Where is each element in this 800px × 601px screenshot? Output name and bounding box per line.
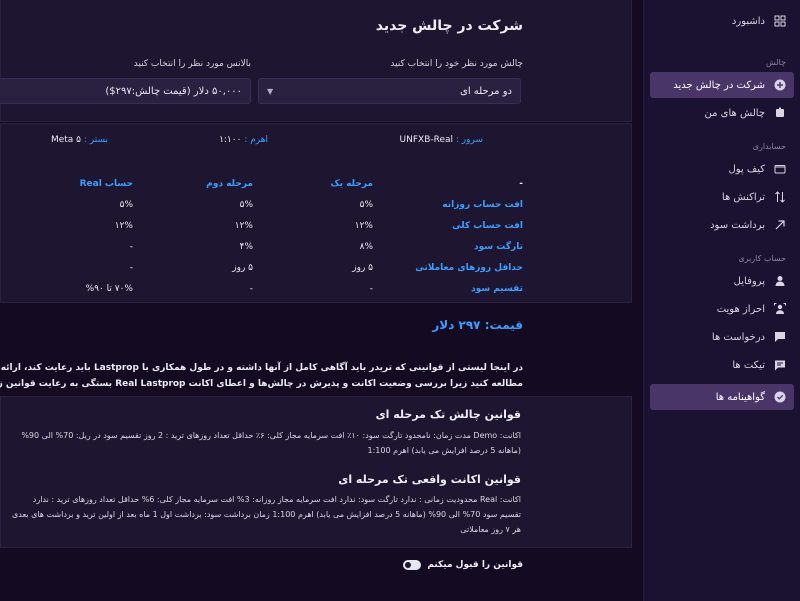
table-cell: ۸% — [359, 241, 373, 252]
rules-demo-text: اکانت: Demo مدت زمان: نامحدود تارگت سود:… — [21, 431, 521, 455]
table-row-label: افت حساب کلی — [452, 220, 523, 231]
leverage-info: اهرم : ۱:۱۰۰ — [219, 135, 268, 145]
wallet-icon — [773, 163, 786, 176]
balance-select[interactable]: ۵۰,۰۰۰ دلار (قیمت چالش:۲۹۷$) — [0, 78, 251, 104]
table-cell: - — [369, 283, 373, 294]
sidebar-item-certificates[interactable]: گواهینامه ها — [650, 384, 794, 410]
table-header: حساب Real — [79, 179, 133, 189]
table-cell: ۱۲% — [114, 220, 133, 231]
page-title: شرکت در چالش جدید — [375, 18, 523, 34]
rules-description-line: مطالعه کنید زیرا بررسی وضعیت اکانت و پذی… — [0, 379, 523, 389]
table-row-label: تقسیم سود — [471, 283, 523, 294]
platform-value: Meta ۵ — [50, 135, 82, 145]
sidebar-item-transactions[interactable]: تراکنش ها — [650, 184, 794, 210]
table-header: - — [519, 179, 523, 189]
table-header-row: - مرحله یک مرحله دوم حساب Real — [23, 174, 523, 194]
server-key: سرور : — [455, 135, 483, 145]
platform-key: بستر : — [83, 135, 108, 145]
accept-rules-label: قوانین را قبول میکنم — [427, 560, 523, 570]
sidebar-group-account: حساب کاربری — [738, 254, 786, 263]
table-cell: ۱۲% — [234, 220, 253, 231]
sidebar-group-challenge: چالش — [765, 58, 786, 67]
arrow-out-icon — [773, 219, 786, 232]
chat-icon — [773, 331, 786, 344]
table-cell: ۱۲% — [354, 220, 373, 231]
table-cell: - — [129, 262, 133, 273]
challenge-price: قیمت: ۲۹۷ دلار — [432, 318, 523, 332]
sidebar-item-label: کیف پول — [728, 163, 765, 175]
sidebar-item-label: تراکنش ها — [721, 191, 765, 203]
server-value: UNFXB-Real — [399, 135, 454, 145]
table-row-label: افت حساب روزانه — [442, 199, 523, 210]
sidebar-item-my-challenges[interactable]: چالش های من — [650, 100, 794, 126]
sidebar-item-label: چالش های من — [704, 107, 766, 119]
table-row: افت حساب کلی ۱۲% ۱۲% ۱۲% — [23, 215, 523, 236]
rules-real-title: قوانین اکانت واقعی تک مرحله ای — [338, 473, 521, 486]
table-cell: ۷۰% تا ۹۰% — [85, 283, 133, 294]
user-icon — [773, 275, 786, 288]
table-row-label: حداقل روزهای معاملاتی — [415, 262, 523, 273]
sidebar-item-new-challenge[interactable]: شرکت در چالش جدید — [650, 72, 794, 98]
accept-rules-toggle[interactable] — [403, 560, 422, 570]
swap-icon — [773, 191, 786, 204]
sidebar-item-tickets[interactable]: تیکت ها — [650, 352, 794, 378]
server-info: سرور : UNFXB-Real — [400, 135, 483, 145]
rules-demo-title: قوانین چالش تک مرحله ای — [375, 408, 521, 421]
sidebar-item-wallet[interactable]: کیف پول — [650, 156, 794, 182]
sidebar-item-dashboard[interactable]: داشبورد — [650, 8, 794, 34]
table-row: حداقل روزهای معاملاتی ۵ روز ۵ روز - — [23, 257, 523, 278]
sidebar-item-label: پروفایل — [733, 275, 765, 287]
rules-description: در اینجا لیستی از قوانینی که تریدر باید … — [0, 360, 523, 392]
table-cell: - — [129, 241, 133, 252]
grid-icon — [773, 15, 786, 28]
accept-rules[interactable]: قوانین را قبول میکنم — [403, 560, 523, 570]
table-row-label: تارگت سود — [474, 241, 523, 252]
table-row: تارگت سود ۸% ۴% - — [23, 236, 523, 257]
sidebar-item-requests[interactable]: درخواست ها — [650, 324, 794, 350]
table-cell: ۵% — [359, 199, 373, 210]
table-cell: - — [249, 283, 253, 294]
rules-description-line: در اینجا لیستی از قوانینی که تریدر باید … — [0, 363, 523, 373]
table-cell: ۵% — [239, 199, 253, 210]
leverage-key: اهرم : — [244, 135, 268, 145]
rules-real-text: اکانت: Real محدودیت زمانی : ندارد تارگت … — [11, 495, 521, 534]
chevron-down-icon: ▼ — [267, 86, 274, 96]
badge-icon — [773, 391, 786, 404]
sidebar-group-accounting: حسابداری — [752, 142, 786, 151]
challenge-select[interactable]: دو مرحله ای ▼ — [258, 78, 521, 104]
balance-label: بالانس مورد نظر را انتخاب کنید — [133, 59, 251, 69]
table-header: مرحله دوم — [206, 179, 253, 189]
ticket-icon — [773, 359, 786, 372]
platform-info: بستر : Meta ۵ — [51, 135, 108, 145]
sidebar-item-profile[interactable]: پروفایل — [650, 268, 794, 294]
sidebar-item-label: احراز هویت — [716, 303, 765, 315]
main-content: شرکت در چالش جدید چالش مورد نظر خود را ا… — [0, 0, 643, 601]
table-row: تقسیم سود - - ۷۰% تا ۹۰% — [23, 278, 523, 299]
sidebar-item-label: شرکت در چالش جدید — [673, 79, 765, 91]
sidebar-item-label: برداشت سود — [710, 219, 765, 231]
table-cell: ۵ روز — [352, 262, 373, 273]
sidebar-item-withdraw[interactable]: برداشت سود — [650, 212, 794, 238]
leverage-value: ۱:۱۰۰ — [219, 135, 242, 145]
table-cell: ۵ روز — [232, 262, 253, 273]
rules-table: - مرحله یک مرحله دوم حساب Real افت حساب … — [23, 174, 523, 299]
sidebar-item-label: گواهینامه ها — [715, 391, 765, 403]
table-cell: ۴% — [239, 241, 253, 252]
challenge-select-value: دو مرحله ای — [460, 85, 512, 97]
plus-circle-icon — [773, 79, 786, 92]
table-row: افت حساب روزانه ۵% ۵% ۵% — [23, 194, 523, 215]
challenge-label: چالش مورد نظر خود را انتخاب کنید — [390, 59, 523, 69]
balance-select-value: ۵۰,۰۰۰ دلار (قیمت چالش:۲۹۷$) — [105, 85, 242, 97]
table-header: مرحله یک — [330, 179, 373, 189]
sidebar: داشبورد چالش شرکت در چالش جدید چالش های … — [643, 0, 800, 601]
sidebar-item-label: درخواست ها — [711, 331, 765, 343]
table-cell: ۵% — [119, 199, 133, 210]
sidebar-item-label: داشبورد — [731, 15, 765, 27]
trophy-icon — [773, 107, 786, 120]
id-icon — [773, 303, 786, 316]
sidebar-item-kyc[interactable]: احراز هویت — [650, 296, 794, 322]
sidebar-item-label: تیکت ها — [732, 359, 765, 371]
